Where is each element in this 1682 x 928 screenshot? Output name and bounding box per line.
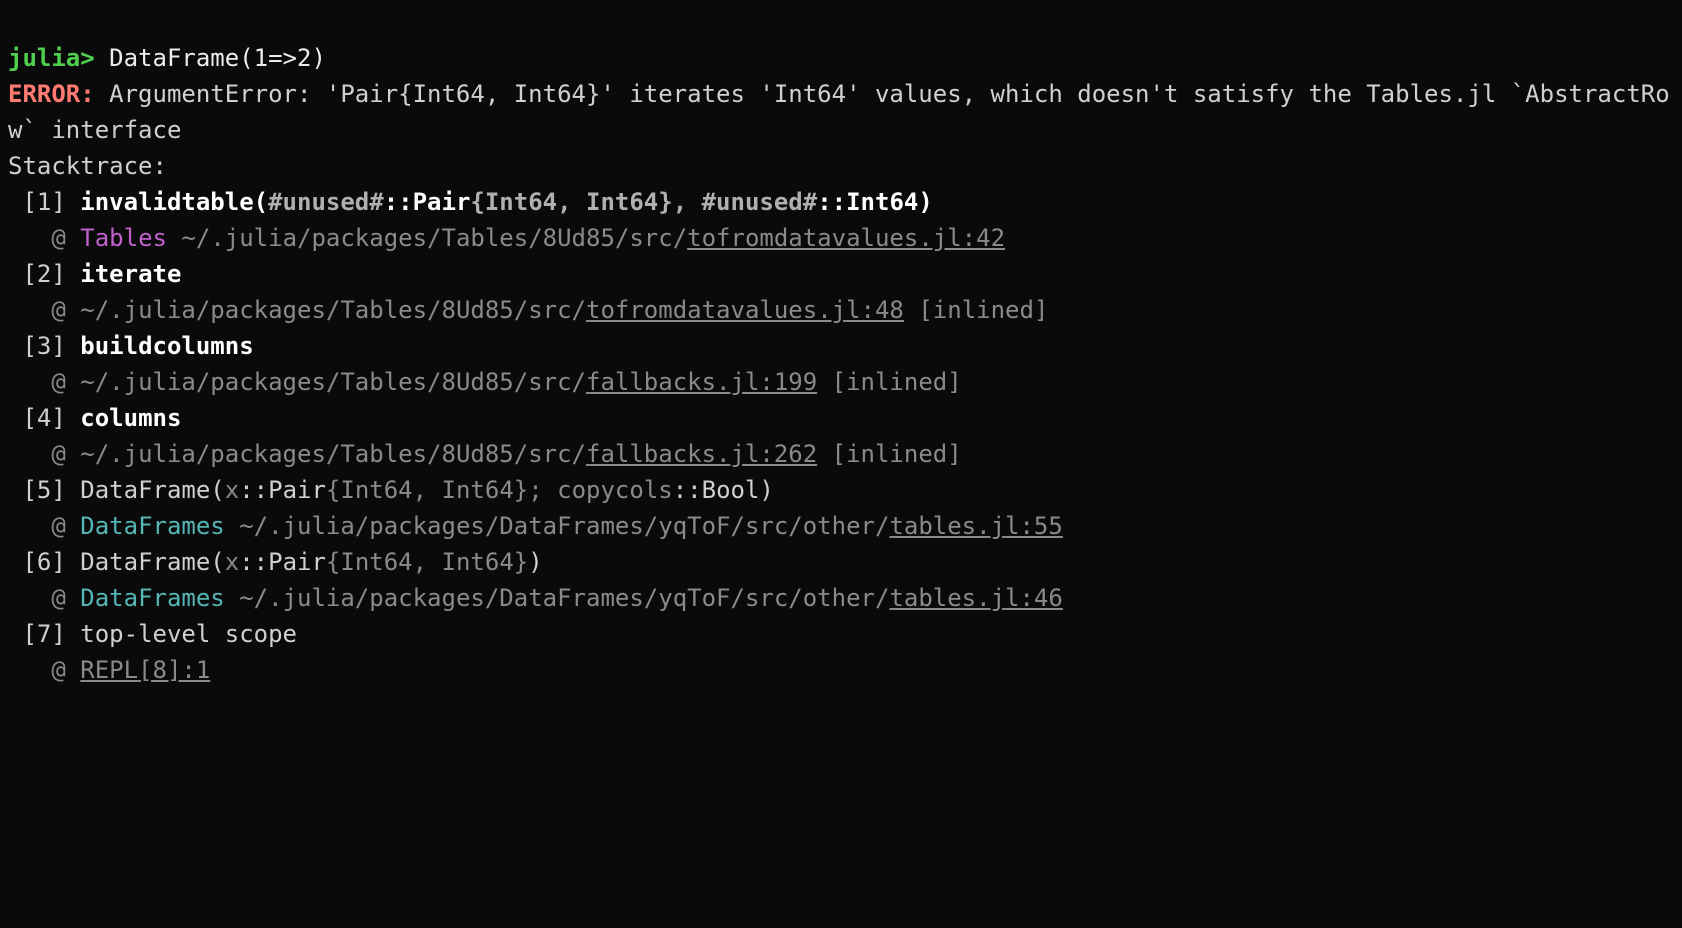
frame-path: ~/.julia/packages/Tables/8Ud85/src/ [80, 296, 586, 324]
terminal[interactable]: julia> DataFrame(1=>2) ERROR: ArgumentEr… [0, 0, 1682, 692]
frame-function: iterate [80, 260, 181, 288]
frame-index: [1] [22, 188, 65, 216]
frame-path: ~/.julia/packages/Tables/8Ud85/src/ [80, 440, 586, 468]
at-symbol: @ [51, 224, 80, 252]
inlined-tag: [inlined] [817, 368, 962, 396]
frame-function: DataFrame( [80, 548, 225, 576]
repl-prompt: julia> [8, 44, 95, 72]
frame-path: ~/.julia/packages/Tables/8Ud85/src/ [167, 224, 687, 252]
frame-index: [3] [22, 332, 65, 360]
module-name: DataFrames [80, 584, 225, 612]
frame-file-link[interactable]: fallbacks.jl:262 [586, 440, 817, 468]
inlined-tag: [inlined] [817, 440, 962, 468]
frame-file-link[interactable]: tofromdatavalues.jl:42 [687, 224, 1005, 252]
frame-file-link[interactable]: fallbacks.jl:199 [586, 368, 817, 396]
module-name: DataFrames [80, 512, 225, 540]
error-message: ArgumentError: 'Pair{Int64, Int64}' iter… [8, 80, 1670, 144]
module-name: Tables [80, 224, 167, 252]
frame-index: [5] [22, 476, 65, 504]
frame-index: [2] [22, 260, 65, 288]
frame-file-link[interactable]: tofromdatavalues.jl:48 [586, 296, 904, 324]
error-label: ERROR: [8, 80, 95, 108]
at-symbol: @ [51, 296, 80, 324]
repl-command: DataFrame(1=>2) [95, 44, 326, 72]
frame-file-link[interactable]: tables.jl:46 [889, 584, 1062, 612]
frame-path: ~/.julia/packages/DataFrames/yqToF/src/o… [225, 584, 890, 612]
at-symbol: @ [51, 512, 80, 540]
frame-file-link[interactable]: tables.jl:55 [889, 512, 1062, 540]
frame-index: [7] [22, 620, 65, 648]
frame-function: columns [80, 404, 181, 432]
inlined-tag: [inlined] [904, 296, 1049, 324]
frame-function: top-level scope [80, 620, 297, 648]
frame-path: ~/.julia/packages/Tables/8Ud85/src/ [80, 368, 586, 396]
at-symbol: @ [51, 584, 80, 612]
frame-index: [4] [22, 404, 65, 432]
at-symbol: @ [51, 440, 80, 468]
at-symbol: @ [51, 368, 80, 396]
stacktrace-label: Stacktrace: [8, 152, 167, 180]
frame-function: buildcolumns [80, 332, 253, 360]
frame-path: ~/.julia/packages/DataFrames/yqToF/src/o… [225, 512, 890, 540]
frame-index: [6] [22, 548, 65, 576]
frame-file-link[interactable]: REPL[8]:1 [80, 656, 210, 684]
frame-function: invalidtable( [80, 188, 268, 216]
frame-function: DataFrame( [80, 476, 225, 504]
at-symbol: @ [51, 656, 80, 684]
